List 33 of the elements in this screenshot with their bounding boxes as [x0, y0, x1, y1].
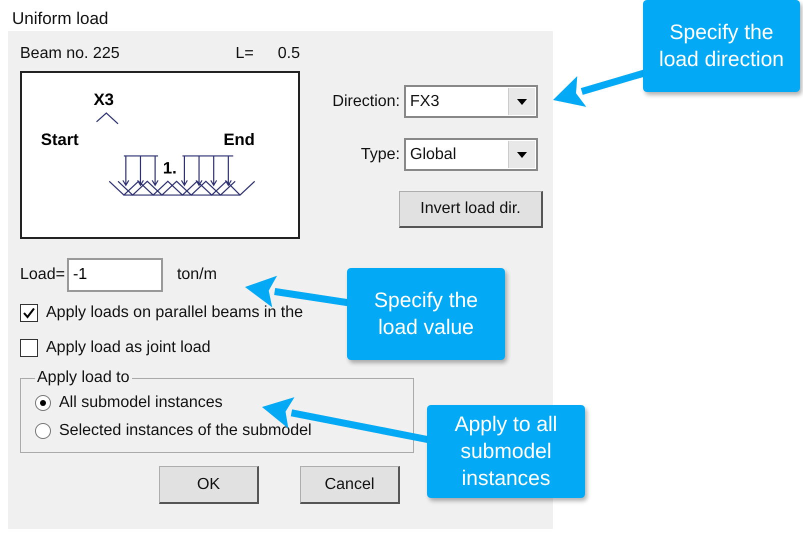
start-label: Start [40, 130, 79, 150]
end-label: End [223, 130, 255, 150]
length-label: L= [236, 45, 254, 63]
type-dropdown[interactable]: Global [404, 138, 538, 171]
load-input[interactable]: -1 [66, 258, 163, 292]
checkbox-label: Apply load as joint load [46, 339, 211, 357]
dropdown-arrow-icon [517, 98, 527, 104]
unit-label: ton/m [176, 266, 217, 284]
checkbox-label: Apply loads on parallel beams in the [46, 304, 304, 322]
checkbox[interactable] [20, 339, 38, 357]
load-label: Load= [20, 266, 65, 284]
ok-button[interactable]: OK [159, 466, 259, 504]
cancel-button[interactable]: Cancel [300, 466, 400, 504]
invert-direction-button[interactable]: Invert load dir. [399, 191, 543, 228]
direction-dropdown[interactable]: FX3 [404, 85, 538, 118]
radio-button[interactable] [35, 395, 51, 411]
axis-icon [96, 112, 118, 124]
callout-box: Specify the load value [347, 268, 505, 360]
group-title: Apply load to [36, 369, 131, 387]
callout-box: Specify the load direction [643, 0, 800, 92]
checkbox[interactable] [20, 304, 38, 322]
length-value: 0.5 [278, 45, 300, 63]
load-label: 1. [162, 158, 177, 178]
dropdown-arrow-icon [517, 152, 527, 158]
radio-label: All submodel instances [59, 394, 223, 412]
window-title: Uniform load [11, 8, 110, 30]
beam-label: Beam no. 225 [20, 45, 120, 63]
type-label: Type: [360, 146, 400, 164]
callout-box: Apply to all submodel instances [427, 405, 585, 498]
radio-button[interactable] [35, 423, 51, 439]
axis-label: X3 [94, 90, 114, 110]
radio-label: Selected instances of the submodel [59, 422, 312, 440]
direction-label: Direction: [332, 92, 400, 110]
